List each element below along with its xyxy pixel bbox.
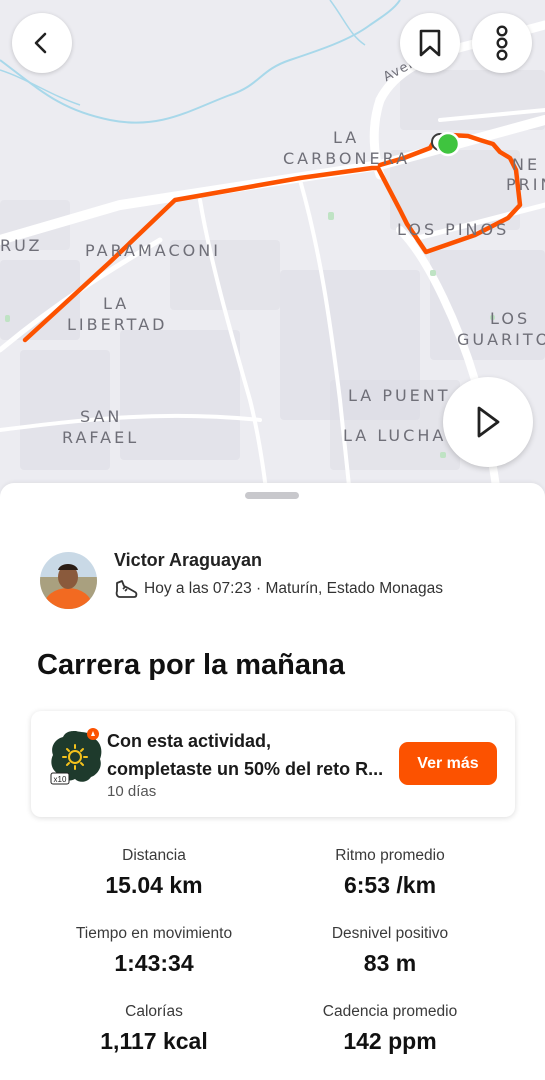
map-label-san-rafael-2: RAFAEL [62,428,140,447]
challenge-badge-icon: x10 [50,728,102,785]
stat-label: Calorías [125,1003,183,1020]
map-label-la-lucha: LA LUCHA [343,426,447,445]
athlete-name[interactable]: Victor Araguayan [114,550,262,571]
running-shoe-icon [115,580,138,598]
stat-label: Distancia [122,847,186,864]
avatar[interactable] [40,552,97,609]
stat-value: 83 m [363,950,417,976]
map-label-carbonera-1: LA [333,128,360,147]
stat-value: 1,117 kcal [100,1028,208,1054]
stat-value: 1:43:34 [114,950,194,976]
map-label-ne-1: NE [512,155,541,174]
bookmark-icon [419,29,441,57]
challenge-days: 10 días [107,783,157,800]
badge-multiplier: x10 [54,775,67,784]
stat-label: Tiempo en movimiento [75,925,233,942]
stat-calories: Calorías 1,117 kcal [24,1003,284,1055]
stat-value: 6:53 /km [343,872,437,898]
chevron-left-icon [34,32,47,54]
activity-title: Carrera por la mañana [37,649,345,681]
ver-mas-button[interactable]: Ver más [399,742,497,785]
drag-handle[interactable] [245,492,299,499]
stat-cadence: Cadencia promedio 142 ppm [260,1003,520,1055]
challenge-text-line2: completaste un 50% del reto R... [107,759,384,779]
map-label-paramaconi: PARAMACONI [85,241,221,260]
route-map[interactable]: LA CARBONERA PARAMACONI RUZ LA LIBERTAD … [0,0,545,520]
play-icon [477,406,500,438]
challenge-text-line1: Con esta actividad, [107,731,272,751]
activity-meta: Hoy a las 07:23 · Maturín, Estado Monaga… [144,580,443,597]
map-label-los-pinos: LOS PINOS [397,220,510,239]
stat-moving-time: Tiempo en movimiento 1:43:34 [24,925,284,977]
challenge-card[interactable]: x10 Con esta actividad, completaste un 5… [31,711,515,817]
map-label-ne-2: PRIN [506,175,545,194]
map-label-libertad-2: LIBERTAD [67,315,168,334]
bookmark-button[interactable] [400,13,460,73]
stat-distance: Distancia 15.04 km [24,847,284,899]
stat-elevation-gain: Desnivel positivo 83 m [260,925,520,977]
map-label-la-puente: LA PUENT [348,386,451,405]
stat-value: 15.04 km [105,872,203,898]
more-vertical-icon [496,25,508,61]
map-label-los-guaritos-2: GUARITO [457,330,545,349]
map-label-los-guaritos-1: LOS [490,309,531,328]
map-label-ruz: RUZ [0,236,43,255]
stat-label: Desnivel positivo [331,925,449,942]
map-label-san-rafael-1: SAN [80,407,123,426]
map-label-carbonera-2: CARBONERA [283,149,411,168]
activity-sheet: Victor Araguayan Hoy a las 07:23 · Matur… [0,483,545,1080]
start-marker [435,131,461,157]
stat-label: Cadencia promedio [322,1003,458,1020]
stat-pace: Ritmo promedio 6:53 /km [260,847,520,899]
stat-label: Ritmo promedio [335,847,445,864]
stat-value: 142 ppm [343,1028,437,1054]
back-button[interactable] [12,13,72,73]
map-label-libertad-1: LA [103,294,130,313]
more-options-button[interactable] [472,13,532,73]
play-flyover-button[interactable] [443,377,533,467]
